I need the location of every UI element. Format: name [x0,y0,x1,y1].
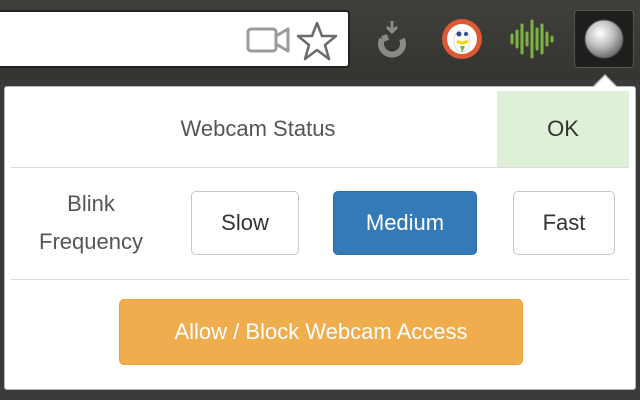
extension-popup: Webcam Status OK Blink Frequency Slow Me… [4,86,636,390]
address-bar[interactable] [0,10,350,68]
webcam-status-label: Webcam Status [180,116,336,141]
soundwave-icon[interactable] [504,10,560,68]
blink-frequency-label: Blink Frequency [39,191,143,254]
blink-medium-button[interactable]: Medium [333,191,477,255]
browser-toolbar [0,0,640,80]
bookmark-star-icon[interactable] [296,20,338,67]
recycle-icon[interactable] [364,10,420,68]
webcam-status-value: OK [497,91,629,167]
webcam-blinker-icon[interactable] [574,10,634,68]
popup-arrow-fill [593,76,617,88]
allow-block-webcam-button[interactable]: Allow / Block Webcam Access [119,299,523,365]
duckduckgo-icon[interactable] [434,10,490,68]
blink-fast-button[interactable]: Fast [513,191,615,255]
divider [11,279,629,280]
video-camera-icon[interactable] [246,26,290,59]
blink-slow-button[interactable]: Slow [191,191,299,255]
webcam-status-row: Webcam Status OK [11,91,629,168]
